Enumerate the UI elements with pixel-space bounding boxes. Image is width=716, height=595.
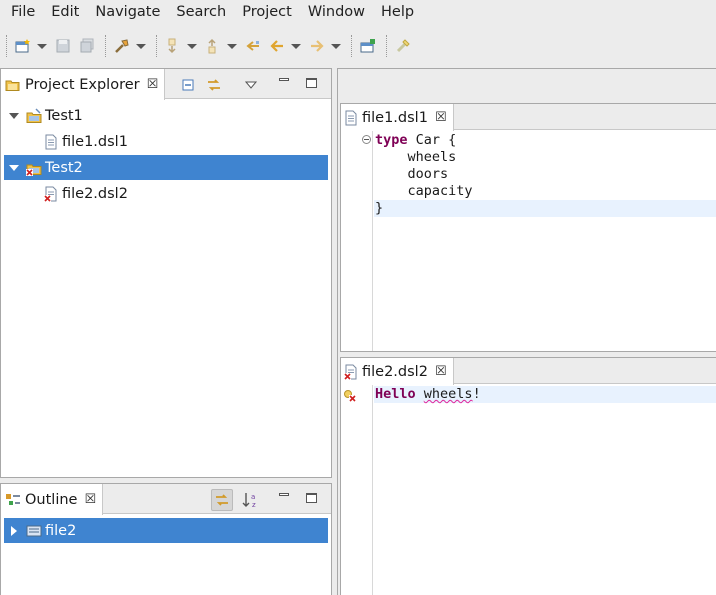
tab-outline[interactable]: Outline ☒: [1, 484, 104, 515]
file-icon: [344, 110, 358, 126]
save-all-icon[interactable]: [76, 35, 98, 57]
view-menu-icon[interactable]: [240, 74, 262, 96]
close-icon[interactable]: ☒: [147, 77, 159, 92]
open-perspective-icon[interactable]: [357, 35, 379, 57]
code-line: capacity: [375, 183, 473, 199]
toolbar-separator: [156, 35, 157, 57]
code-line: doors: [375, 166, 449, 182]
folder-icon: [5, 77, 21, 93]
project-explorer-header: Project Explorer ☒: [1, 69, 331, 100]
tree-item-label: Test1: [45, 107, 83, 124]
error-token: wheels: [423, 386, 473, 402]
outline-panel: Outline ☒ az file2: [0, 483, 332, 595]
save-icon[interactable]: [52, 35, 74, 57]
code-editor[interactable]: Hello wheels!: [374, 385, 716, 595]
error-marker-icon[interactable]: [343, 389, 357, 403]
project-explorer-panel: Project Explorer ☒ Test1 file1.dsl1 Test…: [0, 68, 332, 478]
minimize-icon[interactable]: [279, 493, 289, 496]
menu-edit[interactable]: Edit: [43, 0, 87, 24]
collapse-all-icon[interactable]: [177, 74, 199, 96]
editor-tab-bar: file2.dsl2 ☒: [341, 358, 716, 385]
maximize-icon[interactable]: [306, 493, 317, 503]
menu-help[interactable]: Help: [373, 0, 422, 24]
line-ruler[interactable]: [341, 131, 373, 351]
build-dropdown[interactable]: [135, 35, 147, 57]
close-icon[interactable]: ☒: [84, 492, 96, 507]
menu-window[interactable]: Window: [300, 0, 373, 24]
code-line-current: Hello wheels!: [374, 386, 716, 403]
build-icon[interactable]: [111, 35, 133, 57]
previous-annotation-icon[interactable]: [202, 35, 224, 57]
editor-tab-label: file2.dsl2: [362, 363, 428, 380]
svg-text:z: z: [252, 501, 256, 508]
close-icon[interactable]: ☒: [435, 110, 447, 125]
menu-file[interactable]: File: [3, 0, 43, 24]
editor-file2-dsl2: file2.dsl2 ☒ Hello wheels!: [340, 357, 716, 595]
forward-icon[interactable]: [306, 35, 328, 57]
code-line: wheels: [375, 149, 457, 165]
collapse-icon[interactable]: [362, 135, 371, 144]
forward-dropdown[interactable]: [330, 35, 342, 57]
file-error-icon: [42, 185, 60, 203]
link-with-editor-icon[interactable]: [203, 74, 225, 96]
outline-item-label: file2: [45, 522, 77, 539]
sort-alphabetically-icon[interactable]: az: [240, 489, 262, 511]
link-with-editor-icon[interactable]: [211, 489, 233, 511]
last-edit-icon[interactable]: [242, 35, 264, 57]
maximize-icon[interactable]: [306, 78, 317, 88]
file-icon: [42, 133, 60, 151]
code-line: type Car {: [375, 132, 457, 148]
editor-tab-label: file1.dsl1: [362, 109, 428, 126]
pin-icon[interactable]: [392, 35, 414, 57]
tab-project-explorer[interactable]: Project Explorer ☒: [1, 69, 166, 100]
model-icon: [25, 522, 43, 540]
editor-tab-file1-dsl1[interactable]: file1.dsl1 ☒: [341, 104, 454, 131]
svg-text:a: a: [251, 493, 255, 501]
minimize-icon[interactable]: [279, 78, 289, 81]
menu-bar: File Edit Navigate Search Project Window…: [0, 0, 716, 24]
tree-item-file1-dsl1[interactable]: file1.dsl1: [4, 129, 328, 154]
tree-item-file2-dsl2[interactable]: file2.dsl2: [4, 181, 328, 206]
file-error-icon: [344, 364, 358, 380]
outline-title: Outline: [25, 491, 78, 508]
editor-tab-file2-dsl2[interactable]: file2.dsl2 ☒: [341, 358, 454, 385]
tree-item-label: file2.dsl2: [62, 185, 128, 202]
toolbar-separator: [351, 35, 352, 57]
expand-toggle-icon[interactable]: [7, 109, 21, 123]
back-dropdown[interactable]: [290, 35, 302, 57]
tree-item-label: file1.dsl1: [62, 133, 128, 150]
toolbar-separator: [386, 35, 387, 57]
editor-tab-bar: file1.dsl1 ☒: [341, 104, 716, 131]
editor-area: file1.dsl1 ☒ type Car { wheels doors cap…: [337, 68, 716, 595]
outline-item-file2[interactable]: file2: [4, 518, 328, 543]
outline-icon: [5, 492, 21, 508]
project-error-icon: [25, 159, 43, 177]
tree-item-test2[interactable]: Test2: [4, 155, 328, 180]
new-dropdown[interactable]: [36, 35, 48, 57]
menu-project[interactable]: Project: [234, 0, 300, 24]
outline-header: Outline ☒ az: [1, 484, 331, 515]
toolbar-separator: [105, 35, 106, 57]
close-icon[interactable]: ☒: [435, 364, 447, 379]
editor-file1-dsl1: file1.dsl1 ☒ type Car { wheels doors cap…: [340, 103, 716, 352]
project-explorer-title: Project Explorer: [25, 76, 140, 93]
menu-navigate[interactable]: Navigate: [87, 0, 168, 24]
back-icon[interactable]: [266, 35, 288, 57]
line-ruler[interactable]: [341, 385, 373, 595]
previous-annotation-dropdown[interactable]: [226, 35, 238, 57]
next-annotation-icon[interactable]: [162, 35, 184, 57]
code-line-current: }: [374, 200, 716, 217]
tree-item-label: Test2: [45, 159, 83, 176]
menu-search[interactable]: Search: [168, 0, 234, 24]
toolbar-separator: [6, 35, 7, 57]
expand-toggle-icon[interactable]: [7, 161, 21, 175]
main-toolbar: [0, 28, 716, 64]
new-icon[interactable]: [12, 35, 34, 57]
tree-item-test1[interactable]: Test1: [4, 103, 328, 128]
next-annotation-dropdown[interactable]: [186, 35, 198, 57]
expand-toggle-icon[interactable]: [7, 524, 21, 538]
code-editor[interactable]: type Car { wheels doors capacity }: [374, 131, 716, 351]
project-icon: [25, 107, 43, 125]
